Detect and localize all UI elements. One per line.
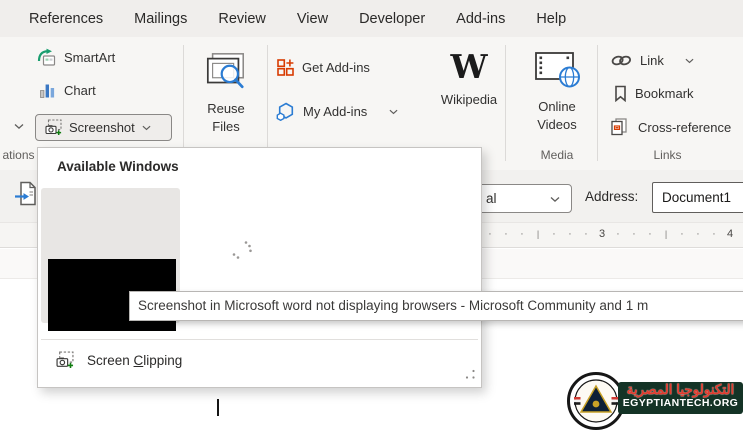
bookmark-button[interactable]: Bookmark <box>614 85 694 102</box>
ribbon-separator <box>597 45 598 161</box>
online-videos-label-line2: Videos <box>527 116 587 134</box>
screen-clipping-menu-item[interactable]: Screen Clipping <box>40 344 479 376</box>
wikipedia-icon: W <box>430 49 508 85</box>
bookmark-label: Bookmark <box>635 86 694 101</box>
ruler-tick: · <box>643 228 657 240</box>
menu-item-add-ins[interactable]: Add-ins <box>456 11 505 27</box>
watermark-arabic-text: التكنولوجيا المصرية <box>618 382 743 397</box>
ruler-tick: · <box>707 228 721 240</box>
chevron-down-icon[interactable] <box>14 123 24 130</box>
wikipedia-label: Wikipedia <box>430 91 508 109</box>
smartart-icon <box>37 48 56 67</box>
smartart-button[interactable]: SmartArt <box>37 48 115 67</box>
chart-button[interactable]: Chart <box>39 82 96 99</box>
ruler-tick: · <box>515 228 529 240</box>
chart-label: Chart <box>64 83 96 98</box>
ruler-tick: | <box>531 229 545 239</box>
egyptiantech-badge-icon <box>566 371 626 431</box>
ruler-tick: · <box>675 228 689 240</box>
import-document-icon[interactable] <box>13 180 39 207</box>
ruler-tick: · <box>563 228 577 240</box>
online-videos-button[interactable]: Online Videos <box>527 49 587 134</box>
ruler-tick: · <box>627 228 641 240</box>
link-label: Link <box>640 53 664 68</box>
menu-item-developer[interactable]: Developer <box>359 11 425 27</box>
menu-bar: References Mailings Review View Developer Add… <box>0 0 743 37</box>
screen-clipping-icon <box>56 351 74 369</box>
tooltip-text: Screenshot in Microsoft word not display… <box>138 298 648 313</box>
chevron-down-icon <box>550 196 560 203</box>
text-caret <box>217 399 219 416</box>
menu-item-references[interactable]: References <box>29 11 103 27</box>
media-group-label: Media <box>527 148 587 162</box>
ruler-tick: 4 <box>723 228 737 240</box>
link-button[interactable]: Link <box>611 53 694 68</box>
reuse-files-button[interactable]: Reuse Files <box>201 49 251 136</box>
reuse-files-label-line1: Reuse <box>201 100 251 118</box>
chevron-down-icon <box>389 109 398 115</box>
wikipedia-button[interactable]: W Wikipedia <box>430 49 508 109</box>
panel-divider <box>41 339 478 340</box>
ruler-tick: · <box>611 228 625 240</box>
online-videos-icon <box>533 49 581 93</box>
ruler-tick: · <box>499 228 513 240</box>
menu-item-mailings[interactable]: Mailings <box>134 11 187 27</box>
address-input[interactable]: Document1 <box>652 182 743 213</box>
ruler-tick: · <box>579 228 593 240</box>
reuse-files-label-line2: Files <box>201 118 251 136</box>
my-addins-label: My Add-ins <box>303 104 367 119</box>
watermark-site-text: EGYPTIANTECH.ORG <box>618 397 743 410</box>
ribbon-separator <box>183 45 184 161</box>
cross-reference-icon <box>610 118 630 136</box>
cross-reference-label: Cross-reference <box>638 120 731 135</box>
watermark: التكنولوجيا المصرية EGYPTIANTECH.ORG <box>566 369 743 418</box>
loading-spinner-icon <box>230 238 254 262</box>
chevron-down-icon <box>685 58 694 64</box>
get-addins-icon <box>277 59 294 76</box>
ruler-tick: · <box>691 228 705 240</box>
chevron-down-icon <box>142 125 151 131</box>
link-icon <box>611 53 632 68</box>
ruler-tick: · <box>483 228 497 240</box>
chart-icon <box>39 82 56 99</box>
menu-item-view[interactable]: View <box>297 11 328 27</box>
screenshot-label: Screenshot <box>69 120 135 135</box>
links-group-label: Links <box>625 148 710 162</box>
address-value: Document1 <box>662 190 731 205</box>
screen-clipping-label: Screen Clipping <box>87 353 182 368</box>
smartart-label: SmartArt <box>64 50 115 65</box>
reuse-files-icon <box>204 49 248 95</box>
illustrations-group-label: ations <box>0 148 37 162</box>
ribbon-separator <box>505 45 506 161</box>
get-addins-button[interactable]: Get Add-ins <box>277 59 370 76</box>
get-addins-label: Get Add-ins <box>302 60 370 75</box>
menu-item-review[interactable]: Review <box>218 11 266 27</box>
resize-grip[interactable] <box>464 368 476 380</box>
screenshot-icon <box>45 119 62 136</box>
bookmark-icon <box>614 85 627 102</box>
thumbnail-tooltip: Screenshot in Microsoft word not display… <box>129 291 743 321</box>
ruler-tick: | <box>659 229 673 239</box>
watermark-banner: التكنولوجيا المصرية EGYPTIANTECH.ORG <box>618 382 743 414</box>
ruler-tick: · <box>547 228 561 240</box>
ruler-tick: 3 <box>595 228 609 240</box>
combobox-value: al <box>486 191 497 206</box>
my-addins-icon <box>276 102 295 121</box>
screenshot-button[interactable]: Screenshot <box>35 114 172 141</box>
screenshot-dropdown-panel: Available Windows Screen Clipping <box>37 147 482 388</box>
my-addins-button[interactable]: My Add-ins <box>276 102 398 121</box>
address-label: Address: <box>585 189 638 204</box>
available-windows-header: Available Windows <box>57 159 179 174</box>
online-videos-label-line1: Online <box>527 98 587 116</box>
menu-item-help[interactable]: Help <box>536 11 566 27</box>
ribbon-separator <box>267 45 268 161</box>
cross-reference-button[interactable]: Cross-reference <box>610 118 731 136</box>
